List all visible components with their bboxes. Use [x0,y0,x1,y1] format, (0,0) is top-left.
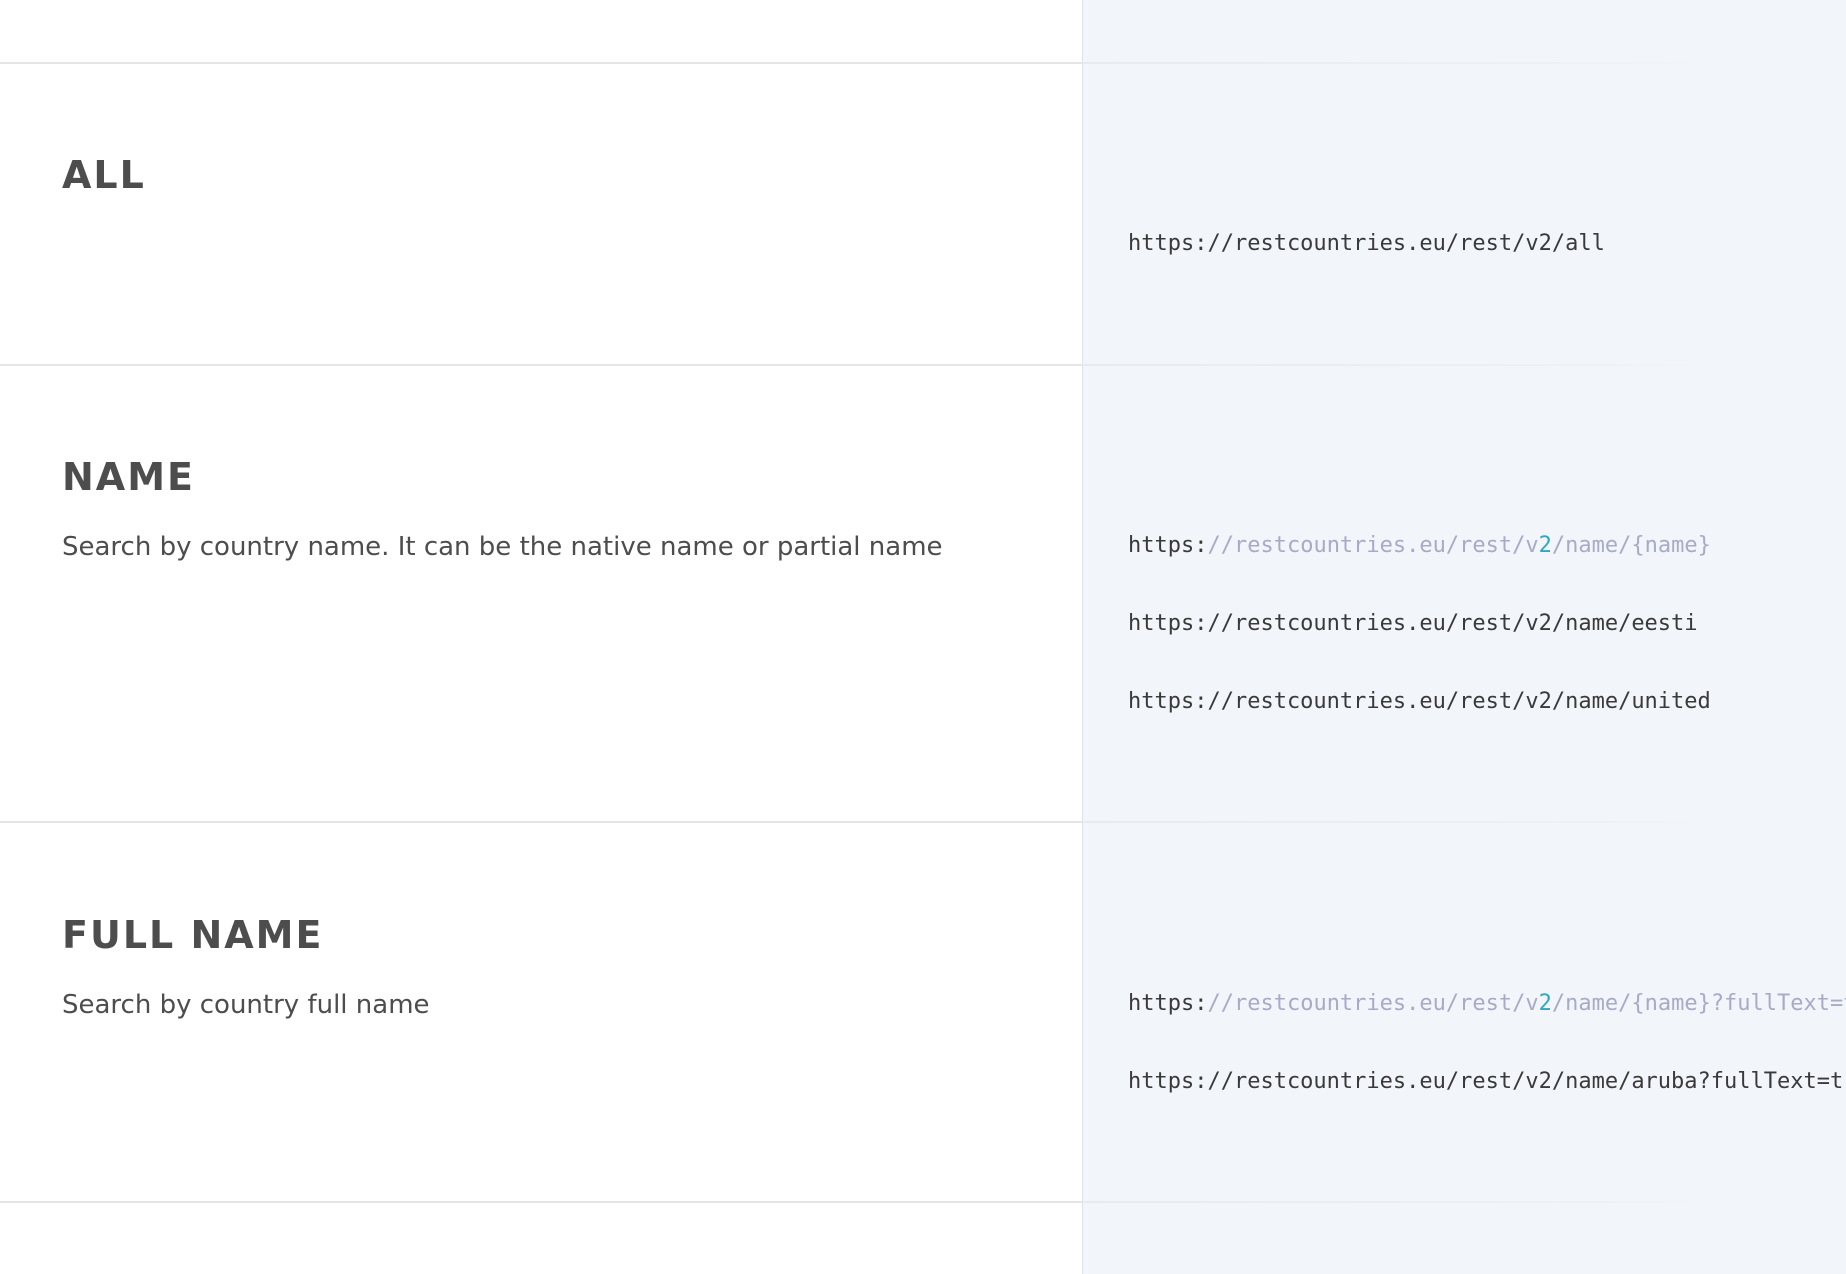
endpoint-path: //restcountries.eu/rest/v [1207,991,1539,1016]
section-description: Search by country name. It can be the na… [62,532,943,562]
content-column [0,0,1082,1274]
section-title: FULL NAME [62,913,324,957]
endpoint-protocol: https: [1128,991,1208,1016]
section-title: NAME [62,455,195,499]
section-description: Search by country full name [62,990,430,1020]
section-divider [0,1201,1846,1203]
endpoint-example[interactable]: https://restcountries.eu/rest/v2/name/un… [1128,691,1711,713]
endpoint-pattern[interactable]: https://restcountries.eu/rest/v2/name/{n… [1128,993,1846,1015]
endpoint-resource: /name/{name}?fullText=true [1551,991,1846,1016]
column-divider [1082,0,1083,1274]
endpoint-example[interactable]: https://restcountries.eu/rest/v2/name/ar… [1128,1071,1846,1093]
section-divider [0,62,1846,64]
endpoint-example[interactable]: https://restcountries.eu/rest/v2/name/ee… [1128,613,1698,635]
section-title: ALL [62,153,146,197]
section-divider [0,821,1846,823]
endpoint-version: 2 [1538,991,1552,1016]
section-divider [0,364,1846,366]
endpoint-example[interactable]: https://restcountries.eu/rest/v2/all [1128,233,1605,255]
endpoint-resource: /name/{name} [1551,533,1711,558]
endpoint-path: //restcountries.eu/rest/v [1207,533,1539,558]
endpoint-protocol: https: [1128,533,1208,558]
endpoint-version: 2 [1538,533,1552,558]
endpoint-pattern[interactable]: https://restcountries.eu/rest/v2/name/{n… [1128,535,1711,557]
